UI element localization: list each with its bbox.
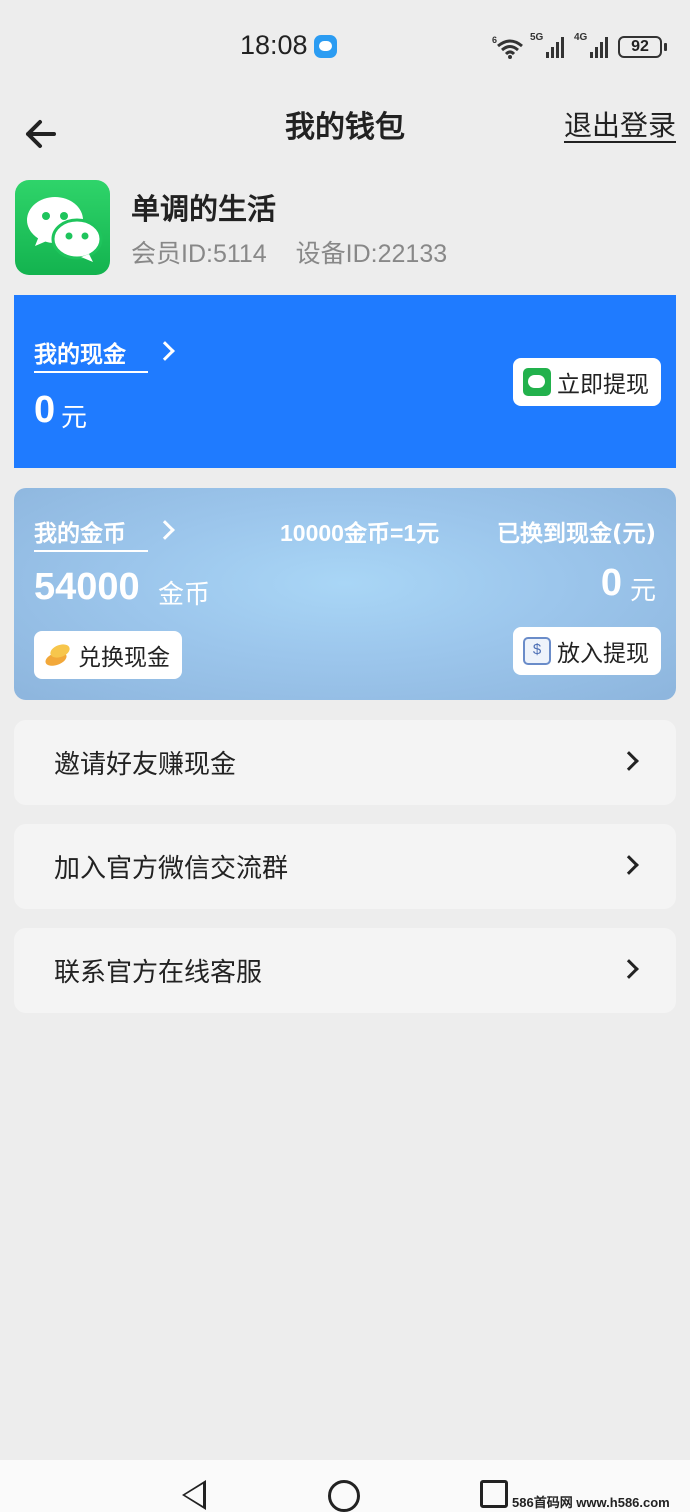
- coin-unit: 金币: [158, 580, 211, 610]
- nav-home-icon[interactable]: [328, 1480, 360, 1512]
- message-notification-icon: [314, 35, 337, 58]
- withdraw-button-label: 立即提现: [557, 372, 649, 398]
- status-time: 18:08: [240, 30, 308, 60]
- profile: 单调的生活 会员ID:5114 设备ID:22133: [14, 180, 674, 276]
- logout-link[interactable]: 退出登录: [564, 104, 676, 144]
- deposit-button-label: 放入提现: [557, 641, 649, 667]
- wechat-pay-icon: [523, 368, 551, 396]
- exchange-cash-button[interactable]: 兑换现金: [34, 631, 182, 679]
- menu-item-label: 联系官方在线客服: [54, 958, 263, 988]
- coins-icon: [44, 641, 72, 669]
- chevron-right-icon: [619, 855, 639, 875]
- status-bar: 18:08 6 5G 4G 92: [0, 0, 690, 92]
- battery-icon: 92: [618, 36, 667, 58]
- coin-card: 我的金币 10000金币=1元 已换到现金(元) 54000 金币 0 元 兑换…: [14, 488, 676, 700]
- wifi-icon: 6: [492, 35, 523, 59]
- header: 我的钱包 退出登录: [0, 92, 690, 172]
- wechat-logo-icon: [27, 197, 103, 262]
- member-id: 会员ID:5114: [131, 240, 267, 268]
- exchanged-label: 已换到现金(元): [496, 521, 656, 547]
- menu-item-label: 邀请好友赚现金: [54, 750, 237, 780]
- nav-back-icon[interactable]: [182, 1480, 206, 1510]
- signal-4g-icon: 4G: [574, 32, 608, 58]
- exchange-button-label: 兑换现金: [78, 645, 170, 671]
- user-ids: 会员ID:5114 设备ID:22133: [131, 234, 469, 270]
- chevron-right-icon: [619, 751, 639, 771]
- coin-rate: 10000金币=1元: [280, 520, 440, 546]
- withdraw-button[interactable]: 立即提现: [513, 358, 661, 406]
- menu-item-join-wechat-group[interactable]: 加入官方微信交流群: [14, 824, 676, 909]
- cash-amount: 0: [34, 389, 56, 431]
- menu-item-invite-friends[interactable]: 邀请好友赚现金: [14, 720, 676, 805]
- status-icons: 6 5G 4G 92: [492, 32, 667, 62]
- device-id: 设备ID:22133: [295, 240, 448, 268]
- nav-recents-icon[interactable]: [480, 1480, 508, 1508]
- menu-item-label: 加入官方微信交流群: [54, 854, 289, 884]
- avatar: [15, 180, 110, 275]
- coin-amount: 54000: [34, 566, 140, 608]
- chevron-right-icon: [619, 959, 639, 979]
- menu-item-contact-support[interactable]: 联系官方在线客服: [14, 928, 676, 1013]
- cash-card: 我的现金 0 元 立即提现: [14, 295, 676, 468]
- coin-chevron-icon[interactable]: [155, 520, 175, 540]
- cash-title[interactable]: 我的现金: [34, 335, 148, 373]
- deposit-withdraw-button[interactable]: 放入提现: [513, 627, 661, 675]
- exchanged-unit: 元: [629, 576, 656, 606]
- signal-5g-icon: 5G: [530, 32, 564, 58]
- cash-unit: 元: [61, 403, 88, 433]
- watermark: 586首码网 www.h586.com: [512, 1492, 670, 1511]
- user-name: 单调的生活: [131, 192, 277, 226]
- system-nav-bar: 586首码网 www.h586.com: [0, 1460, 690, 1512]
- exchanged-amount: 0: [600, 562, 622, 604]
- money-bag-icon: [523, 637, 551, 665]
- coin-title[interactable]: 我的金币: [34, 514, 148, 552]
- cash-chevron-icon[interactable]: [155, 341, 175, 361]
- svg-text:6: 6: [492, 35, 497, 45]
